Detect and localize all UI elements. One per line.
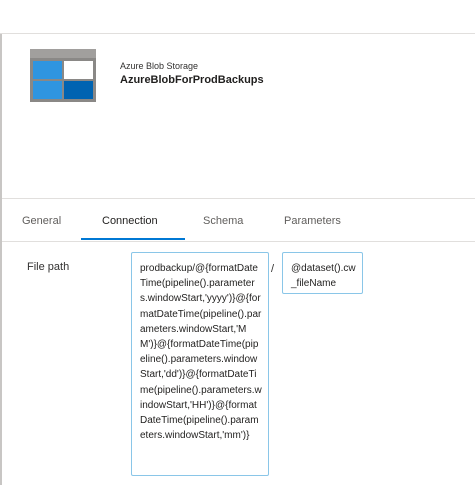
tab-parameters[interactable]: Parameters — [284, 215, 341, 227]
top-bar — [0, 0, 475, 34]
path-separator: / — [271, 263, 275, 275]
azure-blob-storage-icon — [30, 49, 96, 102]
header-divider — [2, 198, 475, 199]
dataset-name: AzureBlobForProdBackups — [120, 74, 264, 86]
tab-connection[interactable]: Connection — [102, 215, 158, 227]
active-tab-indicator — [81, 238, 185, 240]
tab-schema[interactable]: Schema — [203, 215, 243, 227]
file-path-label: File path — [27, 261, 70, 273]
dataset-type-label: Azure Blob Storage — [120, 61, 199, 71]
file-path-filename-input[interactable]: @dataset().cw_fileName — [282, 252, 363, 294]
tab-bar: General Connection Schema Parameters — [2, 203, 475, 242]
file-path-directory-input[interactable]: prodbackup/@{formatDateTime(pipeline().p… — [131, 252, 269, 476]
dataset-header: Azure Blob Storage AzureBlobForProdBacku… — [2, 34, 475, 199]
tab-general[interactable]: General — [22, 215, 61, 227]
